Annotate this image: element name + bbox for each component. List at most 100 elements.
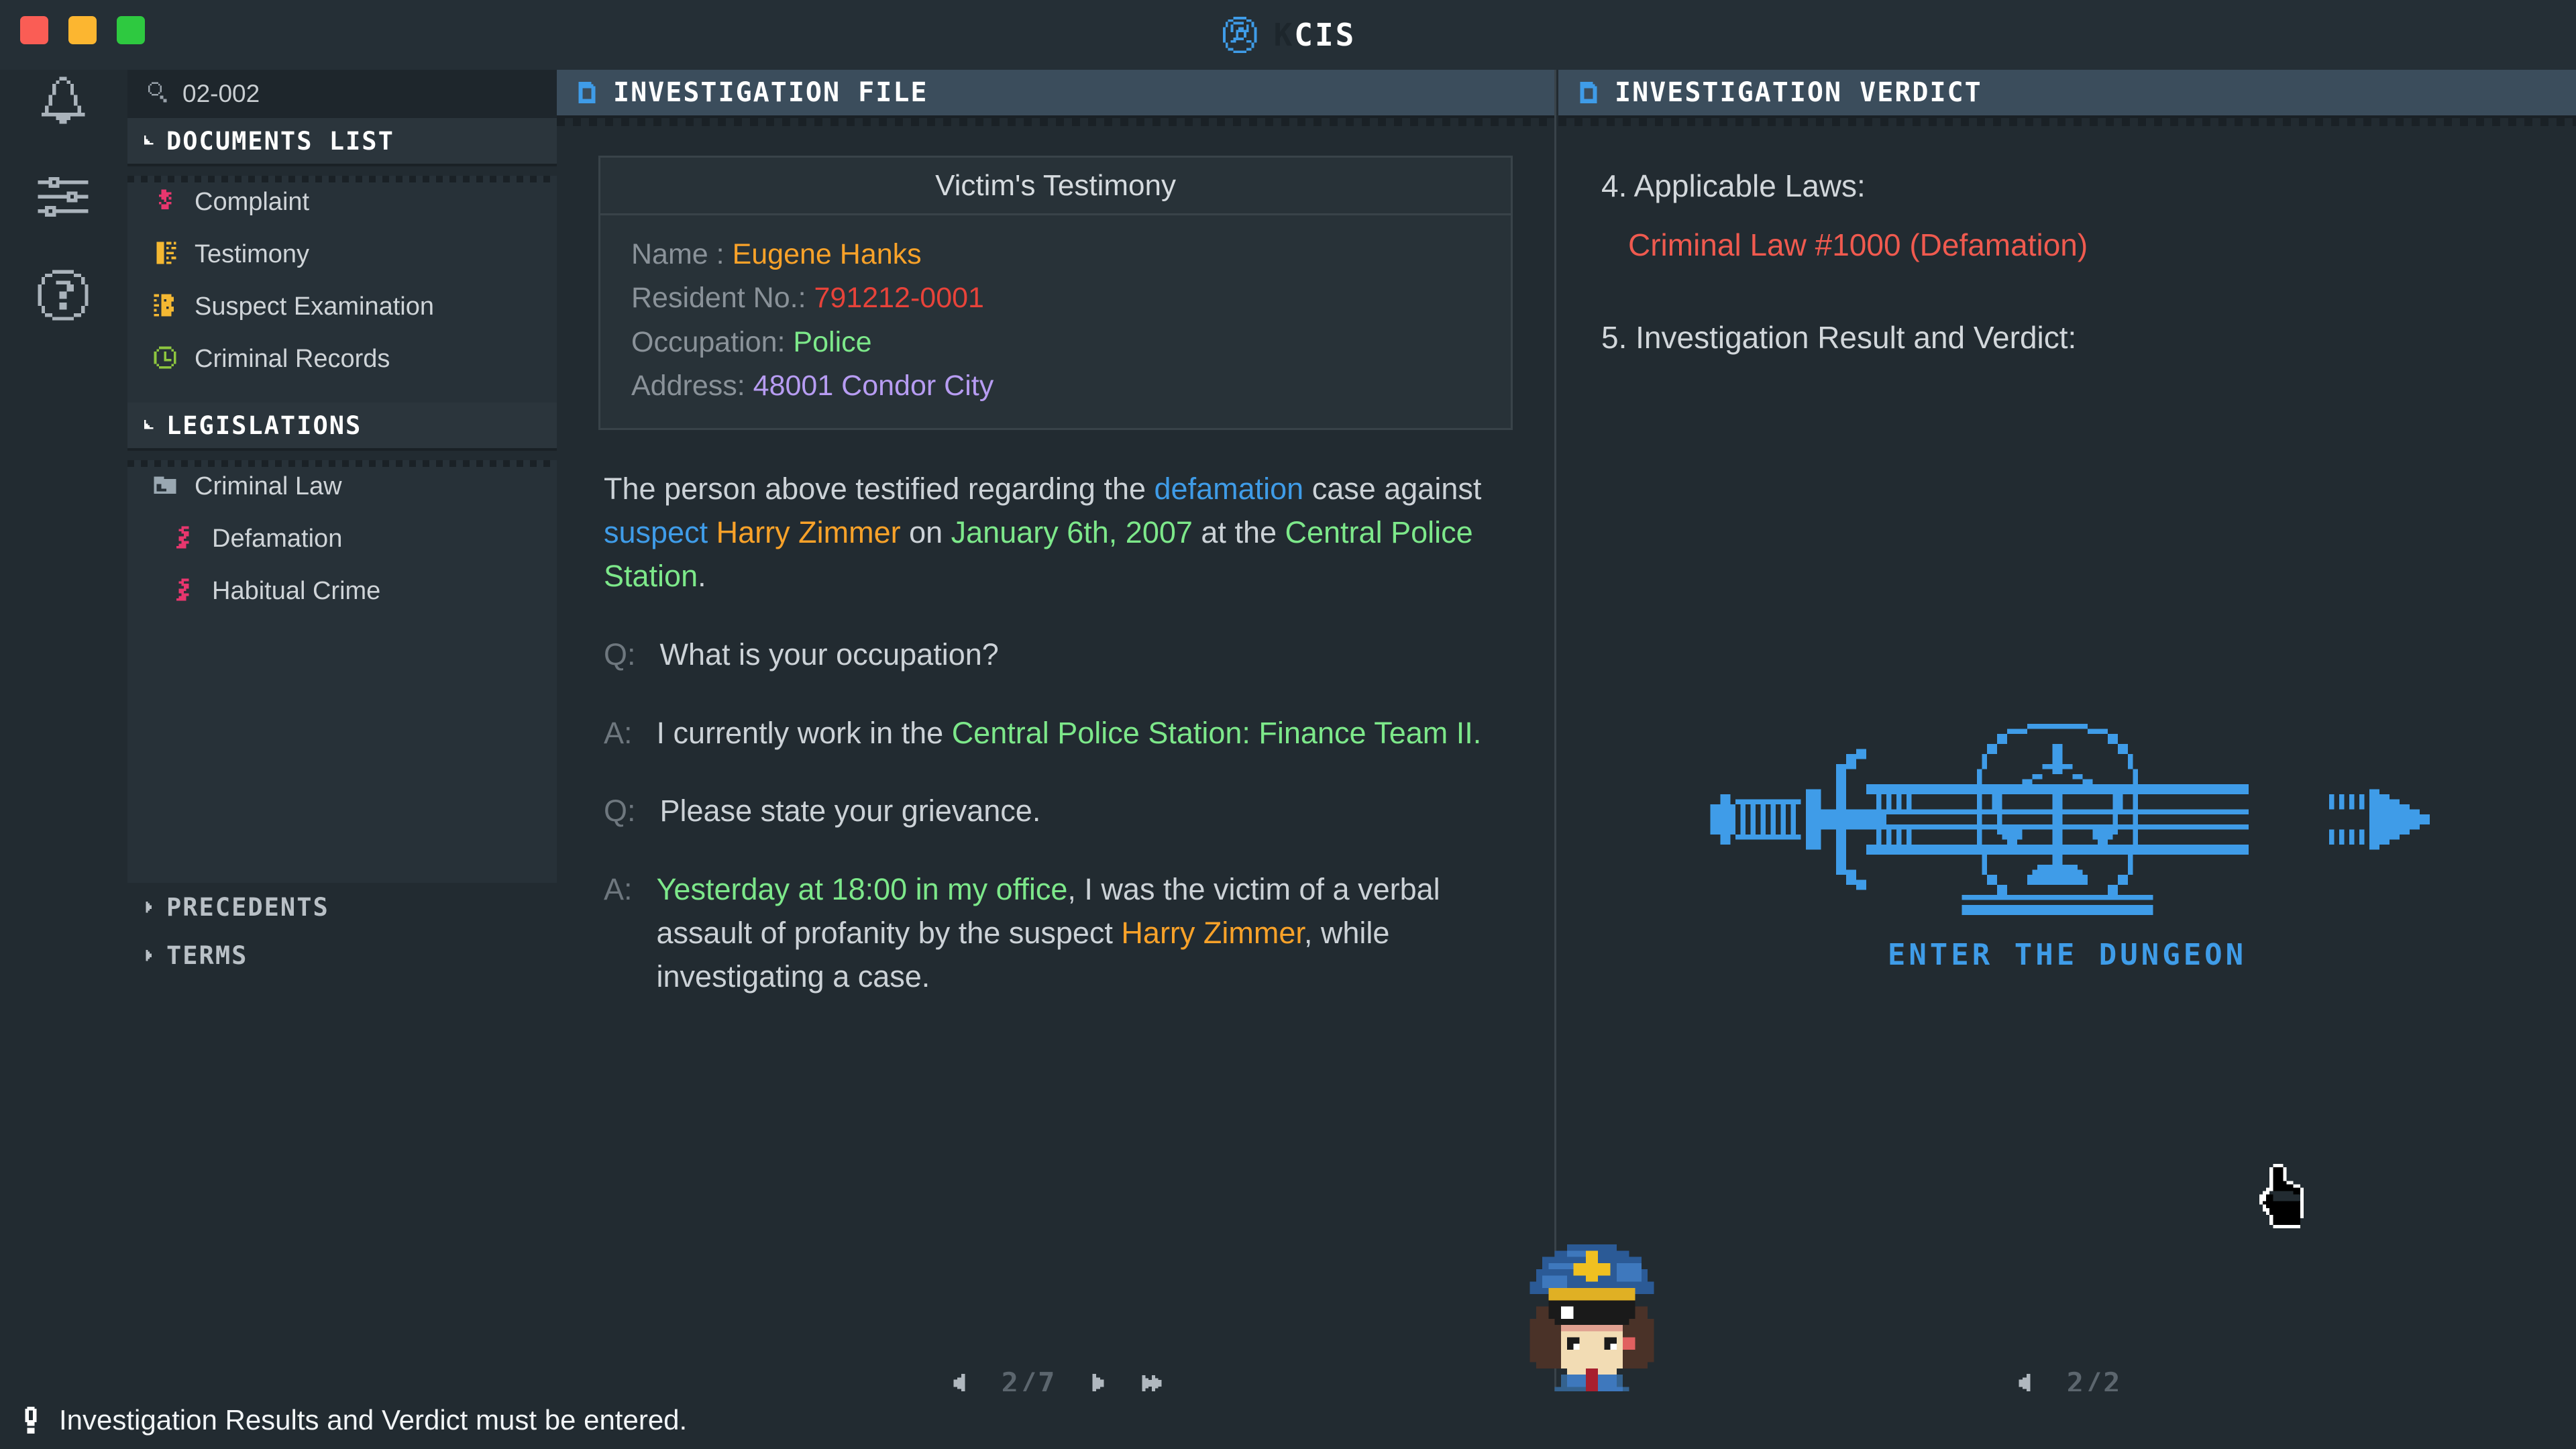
sidebar-item-label: Suspect Examination	[195, 292, 434, 321]
sidebar-section-label: PRECEDENTS	[166, 892, 329, 922]
rail-item-help[interactable]	[31, 263, 95, 327]
sidebar-item-criminal-records[interactable]: Criminal Records	[127, 333, 557, 385]
narrative-text: The person above testified regarding the	[604, 472, 1155, 506]
question-circle-icon	[38, 270, 89, 321]
warning-icon	[25, 1407, 37, 1434]
field-resident-no: Resident No.: 791212-0001	[631, 276, 1480, 320]
caret-down-icon	[144, 135, 154, 145]
card-title: Victim's Testimony	[600, 158, 1511, 215]
field-label: Occupation:	[631, 325, 786, 358]
complaint-icon	[159, 189, 172, 209]
field-name: Name : Eugene Hanks	[631, 233, 1480, 276]
status-bar: Investigation Results and Verdict must b…	[0, 1391, 2576, 1449]
section-sign-icon	[176, 578, 189, 601]
document-icon	[578, 82, 596, 103]
narrative-highlight-name: Harry Zimmer	[716, 515, 901, 550]
qa-plain: I currently work in the	[656, 715, 952, 750]
applicable-law-entry[interactable]: Criminal Law #1000 (Defamation)	[1628, 227, 2576, 263]
sidebar-item-label: Criminal Law	[195, 472, 342, 500]
narrative-text	[708, 515, 716, 549]
sidebar-item-suspect-examination[interactable]: Suspect Examination	[127, 280, 557, 333]
sidebar-section-legislations[interactable]: LEGISLATIONS	[127, 402, 557, 451]
suspect-icon	[154, 294, 174, 317]
pointing-hand-cursor-icon	[2259, 1164, 2304, 1229]
status-message: Investigation Results and Verdict must b…	[59, 1404, 688, 1436]
investigation-file-panel: INVESTIGATION FILE Victim's Testimony Na…	[557, 70, 1556, 1449]
narrative-highlight-date: January 6th, 2007	[951, 515, 1193, 550]
field-occupation: Occupation: Police	[631, 321, 1480, 364]
app-brand: KCIS	[0, 0, 2576, 70]
field-value: 791212-0001	[814, 282, 984, 315]
bell-icon	[41, 76, 85, 124]
narrative-highlight-defamation: defamation	[1154, 472, 1304, 506]
qa-text: Please state your grievance.	[659, 794, 1041, 828]
verdict-heading: 5. Investigation Result and Verdict:	[1601, 320, 2077, 355]
icon-rail	[0, 70, 127, 1449]
caret-right-icon	[146, 901, 152, 913]
investigation-verdict-header: INVESTIGATION VERDICT	[1558, 70, 2576, 118]
qa-block: A: Yesterday at 18:00 in my office, I wa…	[604, 868, 1507, 998]
panel-title: INVESTIGATION VERDICT	[1615, 77, 1982, 108]
sidebar-item-defamation[interactable]: Defamation	[127, 513, 557, 565]
sidebar-item-label: Defamation	[212, 524, 343, 553]
qa-label: Q:	[604, 637, 636, 672]
section-sign-icon	[176, 526, 189, 549]
sidebar-item-habitual-crime[interactable]: Habitual Crime	[127, 565, 557, 617]
qa-text: Yesterday at 18:00 in my office, I was t…	[657, 868, 1507, 998]
qa-highlight: Central Police Station: Finance Team II.	[951, 715, 1482, 750]
sidebar-item-label: Complaint	[195, 187, 310, 216]
narrative-text: on	[900, 515, 951, 550]
sidebar-item-label: Testimony	[195, 239, 310, 268]
search-icon	[148, 82, 167, 103]
qa-block: A: I currently work in the Central Polic…	[604, 712, 1507, 755]
field-label: Name :	[631, 238, 724, 270]
search-value: 02-002	[182, 80, 260, 107]
sidebar-section-documents-list[interactable]: DOCUMENTS LIST	[127, 118, 557, 166]
qa-block: Q: What is your occupation?	[604, 633, 1507, 677]
qa-highlight: Harry Zimmer	[1121, 916, 1304, 951]
field-label: Resident No.:	[631, 282, 806, 315]
sidebar-section-terms[interactable]: TERMS	[127, 931, 557, 979]
qa-text: I currently work in the Central Police S…	[657, 712, 1482, 755]
qa-block: Q: Please state your grievance.	[604, 790, 1507, 833]
qa-label: A:	[604, 872, 633, 907]
sidebar-section-label: LEGISLATIONS	[166, 411, 362, 440]
card-body: Name : Eugene Hanks Resident No.: 791212…	[600, 215, 1511, 428]
emblem-caption: ENTER THE DUNGEON	[1887, 938, 2247, 972]
panel-title: INVESTIGATION FILE	[613, 77, 928, 108]
investigation-file-header: INVESTIGATION FILE	[557, 70, 1554, 118]
title-bar: KCIS	[0, 0, 2576, 70]
testimony-card: Victim's Testimony Name : Eugene Hanks R…	[598, 156, 1513, 431]
investigation-verdict-panel: INVESTIGATION VERDICT 4. Applicable Laws…	[1558, 70, 2576, 1449]
field-value: 48001 Condor City	[753, 370, 994, 402]
rail-item-settings[interactable]	[31, 166, 95, 231]
field-value: Eugene Hanks	[732, 238, 922, 270]
sidebar-item-label: Criminal Records	[195, 344, 390, 373]
sidebar-item-testimony[interactable]: Testimony	[127, 228, 557, 280]
applicable-laws-heading: 4. Applicable Laws:	[1601, 168, 1866, 203]
search-input[interactable]: 02-002	[127, 70, 557, 118]
sidebar-item-criminal-law[interactable]: Criminal Law	[127, 460, 557, 513]
sidebar-item-label: Habitual Crime	[212, 576, 381, 605]
qa-label: A:	[604, 715, 633, 750]
field-value: Police	[793, 325, 872, 358]
field-address: Address: 48001 Condor City	[631, 364, 1480, 408]
sidebar-section-precedents[interactable]: PRECEDENTS	[127, 883, 557, 931]
caret-down-icon	[144, 419, 154, 429]
document-icon	[1580, 82, 1597, 103]
folder-icon	[154, 476, 176, 494]
panel-serrated-edge	[557, 118, 1554, 126]
rail-item-notifications[interactable]	[31, 70, 95, 134]
sidebar-section-label: TERMS	[166, 941, 248, 970]
qa-text: What is your occupation?	[659, 637, 999, 672]
testimony-icon	[156, 241, 176, 264]
sliders-icon	[38, 176, 89, 217]
mouse-cursor	[2256, 1164, 2314, 1229]
narrative-paragraph: The person above testified regarding the…	[604, 468, 1507, 598]
records-icon	[154, 346, 176, 369]
narrative-text: .	[698, 559, 706, 594]
narrative-text: case against	[1303, 472, 1482, 506]
sidebar-item-complaint[interactable]: Complaint	[127, 176, 557, 228]
kcis-logo-icon	[1222, 16, 1256, 54]
field-label: Address:	[631, 370, 745, 402]
